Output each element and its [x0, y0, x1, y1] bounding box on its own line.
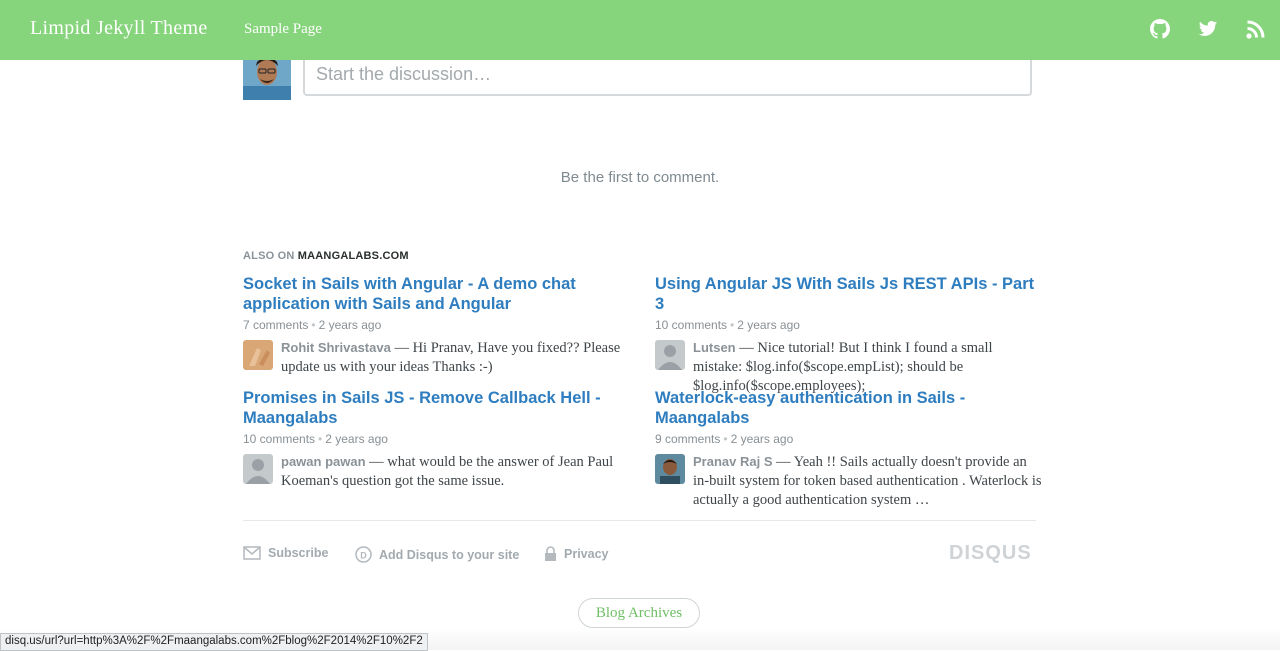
recommendation-title[interactable]: Waterlock-easy authentication in Sails -…: [655, 388, 1045, 428]
recommendation-item: Using Angular JS With Sails Js REST APIs…: [655, 274, 1045, 396]
recommendation-title[interactable]: Promises in Sails JS - Remove Callback H…: [243, 388, 628, 428]
post-age: 2 years ago: [730, 432, 794, 446]
commenter-avatar: [655, 340, 685, 370]
commenter-avatar: [655, 454, 685, 484]
recommendation-meta: 10 comments • 2 years ago: [243, 432, 388, 446]
commenter-name: pawan pawan: [281, 454, 366, 469]
add-disqus-label: Add Disqus to your site: [379, 547, 520, 562]
site-header: Limpid Jekyll Theme Sample Page: [0, 0, 1280, 60]
recommendation-item: Promises in Sails JS - Remove Callback H…: [243, 388, 628, 491]
site-title[interactable]: Limpid Jekyll Theme: [30, 17, 208, 40]
recommendation-meta: 10 comments • 2 years ago: [655, 318, 800, 332]
recommendation-meta: 7 comments • 2 years ago: [243, 318, 382, 332]
comment-excerpt: — Nice tutorial! But I think I found a s…: [693, 340, 993, 394]
commenter-name: Lutsen: [693, 340, 736, 355]
comment-count[interactable]: 7 comments: [243, 318, 308, 332]
recommendation-item: Socket in Sails with Angular - A demo ch…: [243, 274, 628, 377]
comment-count[interactable]: 10 comments: [243, 432, 315, 446]
empty-comments-message: Be the first to comment.: [560, 169, 720, 186]
envelope-icon: [243, 546, 261, 560]
twitter-icon[interactable]: [1198, 19, 1218, 39]
comment-count[interactable]: 9 comments: [655, 432, 720, 446]
github-icon[interactable]: [1150, 19, 1170, 39]
recommendation-item: Waterlock-easy authentication in Sails -…: [655, 388, 1045, 510]
recommendation-meta: 9 comments • 2 years ago: [655, 432, 794, 446]
also-on-heading: ALSO ON MAANGALABS.COM: [243, 250, 409, 262]
also-on-site[interactable]: MAANGALABS.COM: [298, 250, 409, 262]
recommendation-title[interactable]: Using Angular JS With Sails Js REST APIs…: [655, 274, 1045, 314]
blog-archives-button[interactable]: Blog Archives: [578, 598, 700, 628]
subscribe-link[interactable]: Subscribe: [243, 546, 328, 560]
rss-icon[interactable]: [1246, 19, 1266, 39]
status-bar-url: disq.us/url?url=http%3A%2F%2Fmaangalabs.…: [0, 633, 428, 651]
subscribe-label: Subscribe: [268, 546, 329, 560]
footer-divider: [243, 520, 1036, 521]
commenter-name: Rohit Shrivastava: [281, 340, 391, 355]
privacy-label: Privacy: [564, 547, 609, 561]
recommendation-title[interactable]: Socket in Sails with Angular - A demo ch…: [243, 274, 628, 314]
recommendation-comment[interactable]: pawan pawan — what would be the answer o…: [243, 452, 628, 491]
disqus-logo[interactable]: DISQUS: [949, 542, 1032, 565]
recommendation-comment[interactable]: Rohit Shrivastava — Hi Pranav, Have you …: [243, 338, 628, 377]
lock-icon: [545, 546, 556, 561]
post-age: 2 years ago: [318, 318, 382, 332]
post-age: 2 years ago: [325, 432, 388, 446]
post-age: 2 years ago: [737, 318, 800, 332]
disqus-d-icon: D: [355, 546, 372, 563]
privacy-link[interactable]: Privacy: [544, 546, 608, 562]
nav-sample-page[interactable]: Sample Page: [244, 21, 322, 38]
comment-count[interactable]: 10 comments: [655, 318, 727, 332]
commenter-avatar: [243, 454, 273, 484]
commenter-avatar: [243, 340, 273, 370]
recommendation-comment[interactable]: Pranav Raj S — Yeah !! Sails actually do…: [655, 452, 1045, 510]
add-disqus-link[interactable]: D Add Disqus to your site: [355, 546, 519, 563]
also-on-prefix: ALSO ON: [243, 250, 295, 262]
commenter-name: Pranav Raj S: [693, 454, 773, 469]
svg-text:D: D: [360, 550, 367, 560]
